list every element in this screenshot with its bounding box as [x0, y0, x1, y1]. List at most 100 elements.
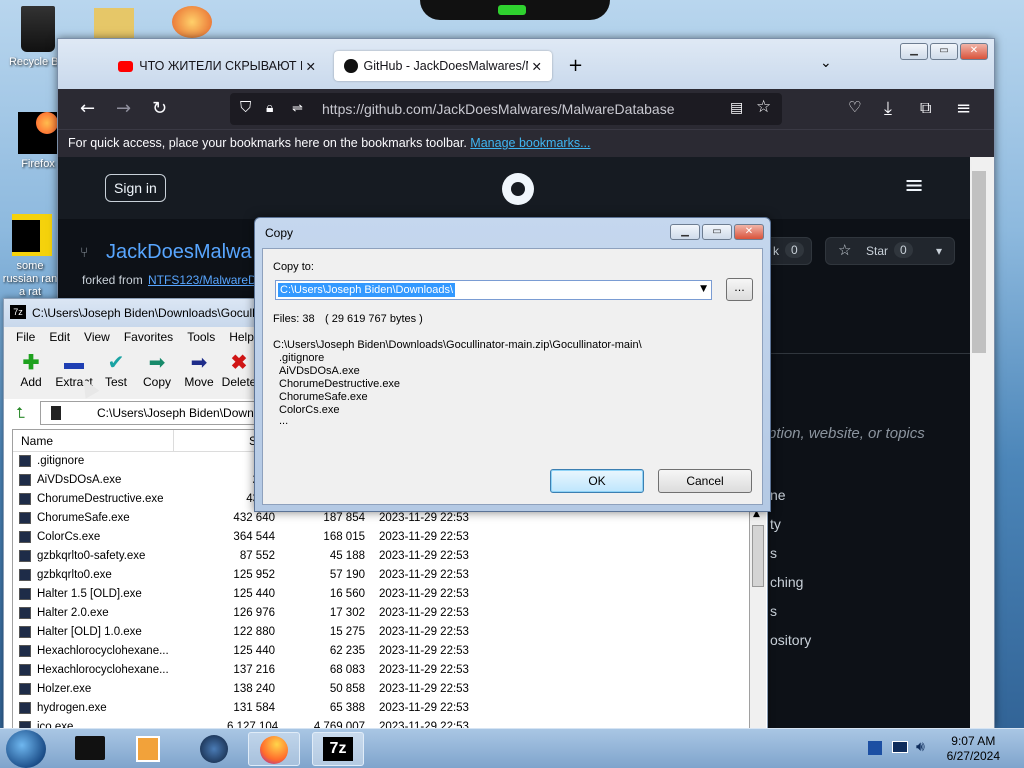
table-row[interactable]: Holzer.exe 138 240 50 858 2023-11-29 22:53 — [13, 680, 749, 699]
copy-icon: ➡ — [148, 352, 166, 374]
menu-view[interactable]: View — [84, 330, 110, 344]
copy-dialog-title: Copy — [265, 226, 294, 240]
menu-tools[interactable]: Tools — [187, 330, 215, 344]
file-packed: 16 560 — [329, 588, 365, 600]
menu-file[interactable]: File — [16, 330, 35, 344]
reload-icon[interactable]: ↻ — [152, 98, 167, 119]
dialog-maximize-button[interactable]: ▭ — [702, 224, 732, 240]
downloads-icon[interactable]: ⤓ — [884, 98, 892, 119]
hamburger-menu-icon[interactable]: ≡ — [904, 171, 924, 199]
side-item-4[interactable]: s — [770, 603, 777, 619]
add-button[interactable]: ✚ Add — [9, 351, 53, 389]
taskbar-media-icon[interactable] — [122, 732, 174, 766]
side-item-3[interactable]: ching — [770, 574, 803, 590]
fork-label: k — [773, 244, 779, 258]
side-item-5[interactable]: ository — [770, 632, 811, 648]
table-row[interactable]: Hexachlorocyclohexane... 137 216 68 083 202… — [13, 661, 749, 680]
tab-close-icon[interactable]: ✕ — [532, 59, 542, 74]
file-icon — [19, 645, 31, 657]
table-row[interactable]: ColorCs.exe 364 544 168 015 2023-11-29 22:5… — [13, 528, 749, 547]
table-row[interactable]: hydrogen.exe 131 584 65 388 2023-11-29 22:5… — [13, 699, 749, 718]
menu-edit[interactable]: Edit — [49, 330, 70, 344]
back-icon[interactable]: ← — [80, 98, 95, 119]
taskbar-cmd-icon[interactable] — [64, 732, 116, 766]
menu-help[interactable]: Help — [229, 330, 254, 344]
cancel-button[interactable]: Cancel — [658, 469, 752, 493]
rat-desktop-icon[interactable]: some russian ran a rat — [2, 214, 62, 299]
bookmark-star-icon[interactable]: ☆ — [756, 97, 771, 117]
files-count: Files: 38 — [273, 313, 315, 325]
forked-from-link[interactable]: NTFS123/MalwareD — [148, 273, 257, 287]
delete-button[interactable]: ✖ Delete — [219, 351, 259, 389]
list-tabs-icon[interactable]: ⌄ — [820, 55, 832, 71]
move-icon: ➡ — [190, 352, 208, 374]
lock-icon[interactable]: 🔒︎ — [266, 99, 273, 116]
file-list-scrollbar[interactable]: ▲ — [750, 509, 766, 729]
page-scrollbar[interactable] — [970, 157, 994, 729]
dialog-minimize-button[interactable]: ▁ — [670, 224, 700, 240]
repo-name[interactable]: JackDoesMalwa — [106, 241, 252, 264]
dropdown-arrow-icon[interactable]: ▼ — [700, 284, 707, 294]
close-button[interactable]: ✕ — [960, 43, 988, 60]
side-item-2[interactable]: s — [770, 545, 777, 561]
permissions-icon[interactable]: ⇌ — [292, 100, 303, 116]
file-list-scrollbar-thumb[interactable] — [752, 525, 764, 587]
maximize-button[interactable]: ▭ — [930, 43, 958, 60]
tray-device-icon[interactable] — [868, 741, 882, 755]
side-item-0[interactable]: ne — [770, 487, 786, 503]
column-name[interactable]: Name — [21, 434, 53, 448]
copy-to-value: C:\Users\Joseph Biden\Downloads\ — [278, 283, 456, 297]
table-row[interactable]: gzbkqrlto0.exe 125 952 57 190 2023-11-29 22… — [13, 566, 749, 585]
table-row[interactable]: Hexachlorocyclohexane... 125 440 62 235 202… — [13, 642, 749, 661]
github-header: Sign in ≡ — [58, 157, 978, 219]
tab-close-icon[interactable]: ✕ — [306, 59, 316, 74]
desktop-folder-icon[interactable] — [94, 8, 134, 38]
browse-button[interactable]: ... — [726, 278, 753, 301]
copy-button[interactable]: ➡ Copy — [135, 351, 179, 389]
table-row[interactable]: Halter 1.5 [OLD].exe 125 440 16 560 2023-11… — [13, 585, 749, 604]
start-button[interactable] — [6, 730, 46, 768]
menu-favorites[interactable]: Favorites — [124, 330, 173, 344]
table-row[interactable]: Halter [OLD] 1.0.exe 122 880 15 275 2023-11… — [13, 623, 749, 642]
url-bar[interactable]: ⛉ 🔒︎ ⇌ https://github.com/JackDoesMalwar… — [230, 93, 782, 125]
file-name: ChorumeSafe.exe — [37, 512, 130, 524]
shield-icon[interactable]: ⛉ — [240, 99, 251, 116]
copy-dialog[interactable]: Copy ▁ ▭ ✕ Copy to: C:\Users\Joseph Bide… — [254, 217, 771, 512]
manage-bookmarks-link[interactable]: Manage bookmarks... — [470, 136, 590, 150]
forward-icon[interactable]: → — [116, 98, 131, 119]
sign-in-button[interactable]: Sign in — [105, 174, 166, 202]
tray-volume-icon[interactable]: 🔊︎ — [916, 739, 925, 755]
taskbar-globe-icon[interactable] — [188, 732, 240, 766]
tab-github[interactable]: GitHub - JackDoesMalwares/M ✕ — [334, 51, 552, 81]
dialog-close-button[interactable]: ✕ — [734, 224, 764, 240]
table-row[interactable]: Halter 2.0.exe 126 976 17 302 2023-11-29 22… — [13, 604, 749, 623]
menu-icon[interactable]: ≡ — [956, 98, 971, 119]
dialog-window-buttons: ▁ ▭ ✕ — [670, 224, 764, 240]
test-button[interactable]: ✔ Test — [94, 351, 138, 389]
up-folder-icon[interactable]: ⮤ — [16, 404, 25, 422]
taskbar-firefox-icon[interactable] — [248, 732, 300, 766]
clock[interactable]: 9:07 AM 6/27/2024 — [947, 734, 1000, 764]
copy-to-combobox[interactable]: C:\Users\Joseph Biden\Downloads\ ▼ — [275, 280, 712, 300]
new-tab-icon[interactable]: + — [568, 55, 583, 76]
extensions-icon[interactable]: ⧉ — [920, 98, 931, 118]
table-row[interactable]: gzbkqrlto0-safety.exe 87 552 45 188 2023-11… — [13, 547, 749, 566]
minimize-button[interactable]: ▁ — [900, 43, 928, 60]
side-item-1[interactable]: ty — [770, 516, 781, 532]
ok-button[interactable]: OK — [550, 469, 644, 493]
star-button[interactable]: ☆ Star 0 ▾ — [825, 237, 955, 265]
pocket-icon[interactable]: ♡ — [848, 98, 861, 116]
tab-youtube[interactable]: ЧТО ЖИТЕЛИ СКРЫВАЮТ В ЭТ ✕ — [108, 51, 326, 81]
page-scrollbar-thumb[interactable] — [972, 171, 986, 353]
taskbar-7zip-icon[interactable]: 7z — [312, 732, 364, 766]
reader-view-icon[interactable]: ▤ — [730, 99, 743, 116]
desktop-app-icon[interactable] — [172, 6, 212, 38]
file-size: 131 584 — [233, 702, 275, 714]
forked-from-label: forked from — [82, 273, 143, 287]
archive-icon — [51, 406, 61, 420]
move-button[interactable]: ➡ Move — [177, 351, 221, 389]
github-logo-icon[interactable] — [502, 173, 534, 205]
star-dropdown-icon[interactable]: ▾ — [936, 244, 942, 258]
tray-network-icon[interactable] — [892, 741, 908, 753]
source-item: AiVDsDOsA.exe — [279, 365, 360, 377]
